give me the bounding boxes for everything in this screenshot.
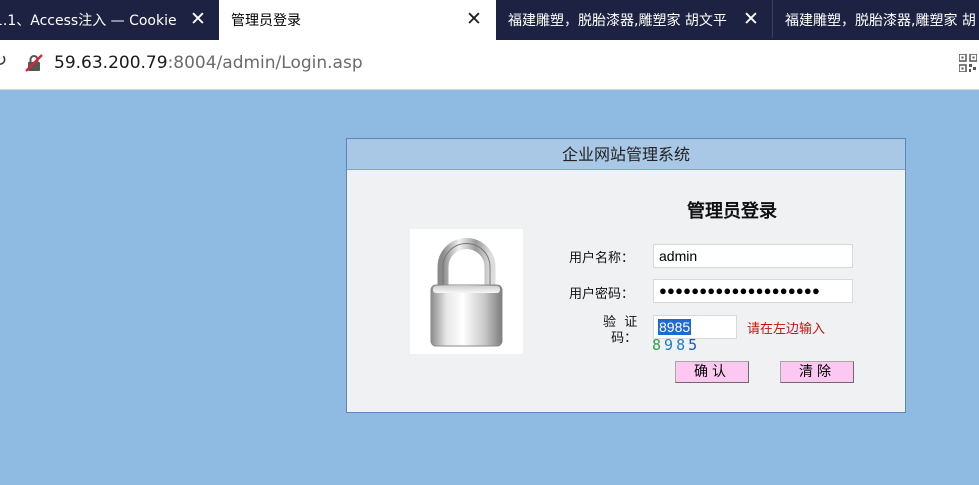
login-title: 管理员登录 — [687, 201, 777, 222]
close-tab-icon[interactable]: ✕ — [188, 9, 208, 29]
tab-title: 福建雕塑，脱胎漆器,雕塑家 胡 — [785, 13, 976, 29]
username-input[interactable]: admin — [653, 244, 853, 268]
captcha-image[interactable]: 8985 — [652, 336, 700, 354]
close-tab-icon[interactable]: ✕ — [741, 9, 761, 29]
address-bar: ↻ 59.63.200.79:8004/admin/Login.asp — [0, 40, 979, 90]
reload-icon[interactable]: ↻ — [0, 52, 7, 70]
code-label: 验 证 码： — [603, 315, 637, 347]
password-label: 用户密码： — [569, 287, 635, 302]
tab-title: 管理员登录 — [231, 13, 301, 29]
selected-code-text: 8985 — [658, 319, 692, 335]
tab-title: 福建雕塑，脱胎漆器,雕塑家 胡文平 — [508, 13, 727, 29]
code-hint: 请在左边输入 — [747, 322, 826, 337]
url-field[interactable]: 59.63.200.79:8004/admin/Login.asp — [54, 53, 363, 73]
padlock-icon — [430, 238, 503, 347]
code-label-line-1: 验 证 — [603, 315, 638, 330]
captcha-char: 8 — [652, 336, 665, 354]
browser-tab-strip: 1.1、Access注入 — Cookie ✕ 管理员登录 ✕ 福建雕塑，脱胎漆… — [0, 0, 979, 40]
padlock-image — [410, 229, 523, 354]
captcha-char: 9 — [664, 336, 677, 354]
tab-fujian-sculpture-2[interactable]: 福建雕塑，脱胎漆器,雕塑家 胡 — [773, 0, 979, 38]
insecure-connection-icon[interactable] — [24, 53, 44, 73]
qr-code-icon[interactable] — [959, 54, 977, 72]
username-label: 用户名称： — [569, 251, 635, 266]
confirm-button[interactable]: 确认 — [675, 361, 749, 383]
captcha-char: 8 — [676, 336, 689, 354]
panel-header: 企业网站管理系统 — [347, 139, 905, 170]
tab-access-injection[interactable]: 1.1、Access注入 — Cookie ✕ — [0, 0, 219, 38]
captcha-char: 5 — [688, 336, 701, 354]
tab-title: 1.1、Access注入 — Cookie — [0, 13, 177, 29]
close-tab-icon[interactable]: ✕ — [464, 9, 484, 29]
code-label-line-2: 码： — [611, 331, 638, 346]
tab-fujian-sculpture-1[interactable]: 福建雕塑，脱胎漆器,雕塑家 胡文平 ✕ — [496, 0, 773, 38]
password-input[interactable]: ●●●●●●●●●●●●●●●●●●●● — [653, 279, 853, 303]
url-path: :8004/admin/Login.asp — [167, 53, 363, 73]
url-host: 59.63.200.79 — [54, 53, 168, 73]
clear-button[interactable]: 清除 — [780, 361, 854, 383]
login-panel: 企业网站管理系统 管理员登录 用户名称： admin 用户密码： ●●●●●●●… — [346, 138, 906, 413]
tab-admin-login[interactable]: 管理员登录 ✕ — [219, 0, 496, 40]
